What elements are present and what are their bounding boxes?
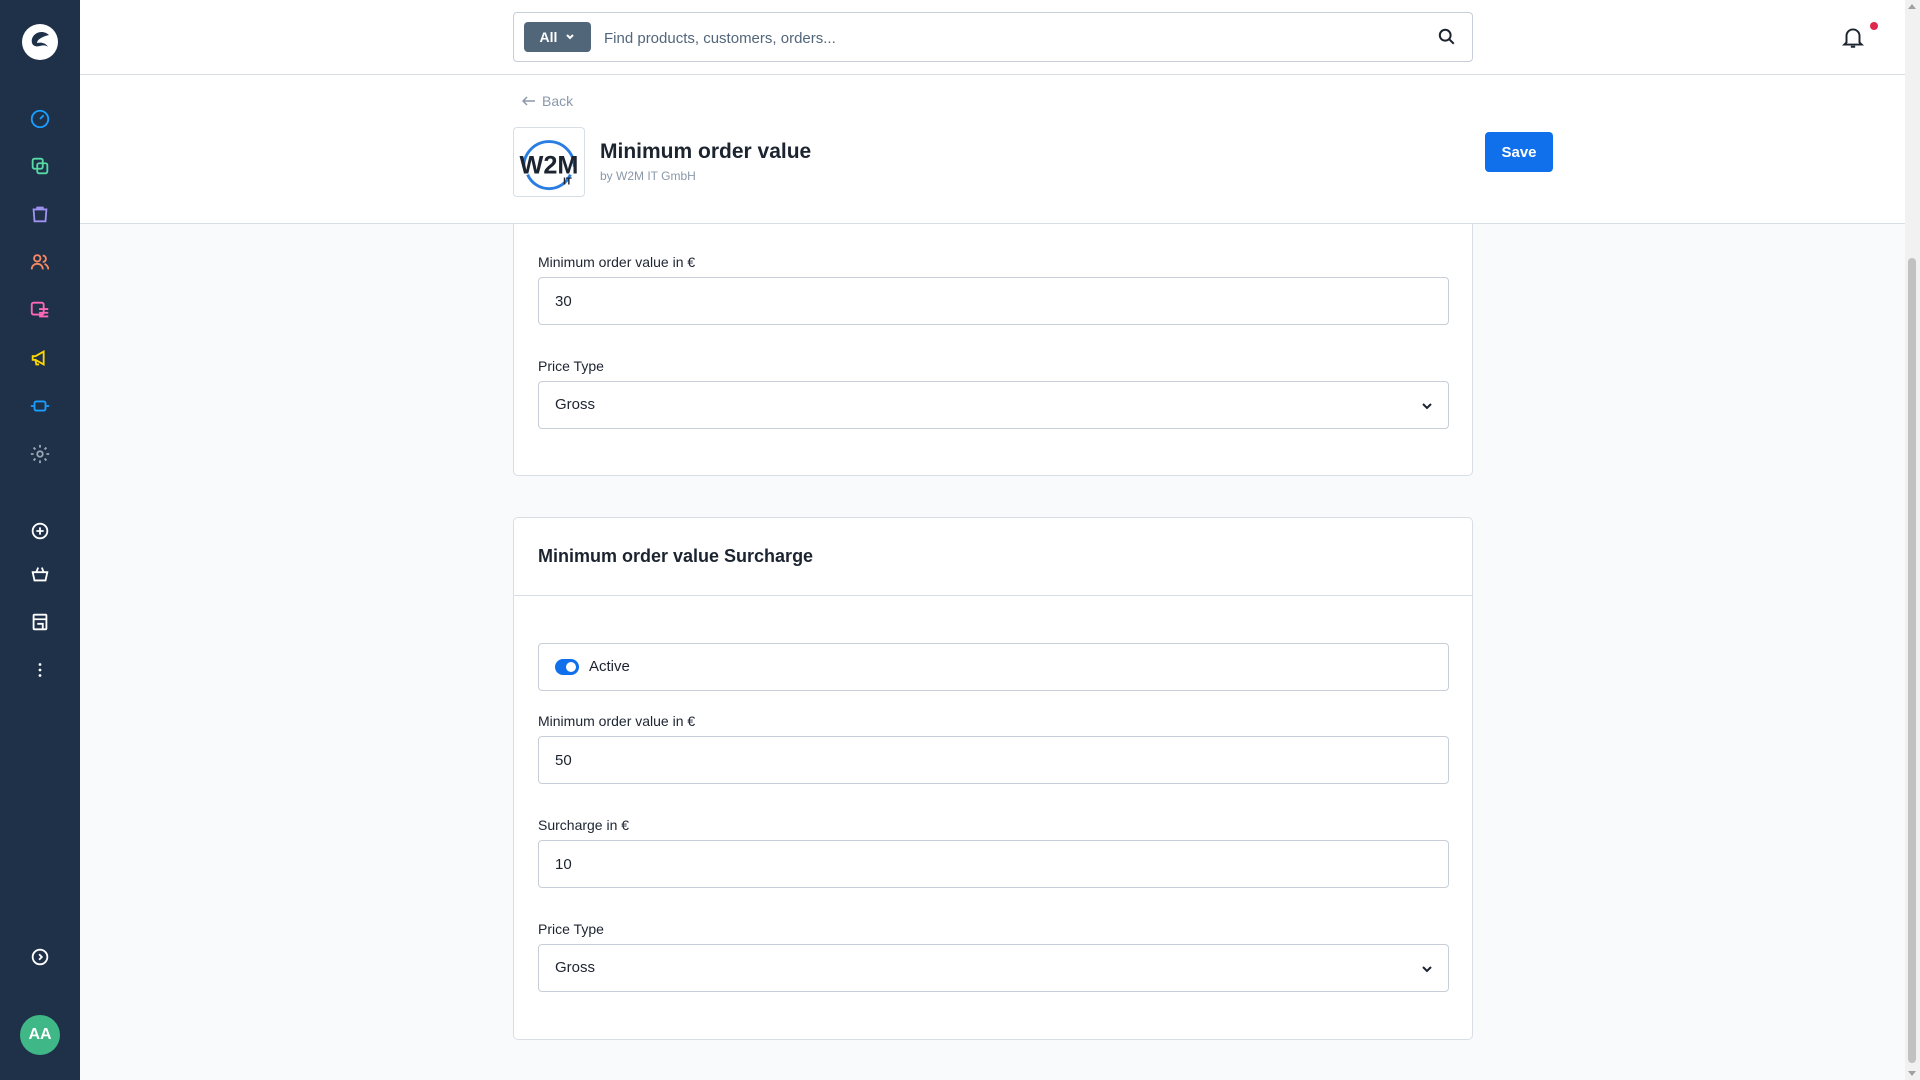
arrow-left-icon [522, 96, 535, 106]
price-type-value: Gross [555, 396, 596, 413]
min-order-value-input[interactable] [539, 278, 1448, 324]
back-link[interactable]: Back [522, 93, 573, 109]
active-toggle[interactable] [555, 659, 579, 675]
notifications-bell-icon[interactable] [1840, 24, 1866, 50]
more-icon[interactable] [26, 656, 54, 684]
user-avatar[interactable]: AA [20, 1015, 60, 1055]
app-vendor: by W2M IT GmbH [600, 169, 696, 183]
extensions-icon[interactable] [26, 392, 54, 420]
settings-icon[interactable] [26, 440, 54, 468]
collapse-icon[interactable] [26, 943, 54, 971]
surcharge-label: Surcharge in € [538, 817, 630, 833]
admin-sidebar: AA [0, 0, 80, 1080]
surcharge-card-title: Minimum order value Surcharge [538, 546, 814, 566]
search-input[interactable] [604, 25, 1404, 51]
chevron-down-icon [566, 34, 575, 40]
scroll-down-arrow-icon[interactable] [1908, 1071, 1916, 1076]
topbar: All [80, 0, 1920, 75]
app-logo-subtext: IT [563, 176, 572, 187]
scrollbar-thumb[interactable] [1908, 258, 1916, 1063]
surcharge-min-order-value-label: Minimum order value in € [538, 713, 696, 729]
content-icon[interactable] [26, 296, 54, 324]
price-type-label: Price Type [538, 358, 604, 374]
price-type-select[interactable]: Gross [538, 381, 1449, 429]
shop-icon[interactable] [26, 608, 54, 636]
back-label: Back [542, 93, 574, 109]
page-header: Back W2M IT Minimum order value by W2M I… [80, 75, 1905, 224]
surcharge-min-order-value-field [538, 736, 1449, 784]
surcharge-min-order-value-input[interactable] [539, 737, 1448, 783]
min-order-value-label: Minimum order value in € [538, 254, 696, 270]
minimum-order-value-card: Minimum order value in € Price Type Gros… [513, 178, 1473, 476]
search-type-label: All [539, 29, 558, 45]
search-icon[interactable] [1438, 28, 1456, 46]
save-button[interactable]: Save [1485, 132, 1553, 172]
surcharge-price-type-label: Price Type [538, 921, 604, 937]
surcharge-input[interactable] [539, 841, 1448, 887]
page-title: Minimum order value [600, 140, 812, 163]
search-type-dropdown[interactable]: All [524, 22, 591, 52]
app-logo: W2M IT [513, 127, 585, 197]
add-sales-channel-icon[interactable] [26, 517, 54, 545]
divider [514, 595, 1472, 596]
page-scrollbar[interactable] [1905, 0, 1920, 1080]
scroll-up-arrow-icon[interactable] [1908, 4, 1916, 9]
orders-icon[interactable] [26, 200, 54, 228]
customers-icon[interactable] [26, 248, 54, 276]
dashboard-icon[interactable] [26, 105, 54, 133]
catalogues-icon[interactable] [26, 152, 54, 180]
shopware-logo-icon[interactable] [20, 22, 60, 62]
active-label: Active [589, 658, 630, 675]
marketing-icon[interactable] [26, 344, 54, 372]
min-order-value-field [538, 277, 1449, 325]
notification-dot [1870, 22, 1878, 30]
surcharge-card: Minimum order value Surcharge Active Min… [513, 517, 1473, 1040]
global-search: All [513, 12, 1473, 62]
chevron-down-icon [1422, 403, 1432, 410]
surcharge-price-type-value: Gross [555, 959, 596, 976]
surcharge-field [538, 840, 1449, 888]
surcharge-price-type-select[interactable]: Gross [538, 944, 1449, 992]
active-switch-field: Active [538, 643, 1449, 691]
chevron-down-icon [1422, 966, 1432, 973]
storefront-icon[interactable] [26, 560, 54, 588]
